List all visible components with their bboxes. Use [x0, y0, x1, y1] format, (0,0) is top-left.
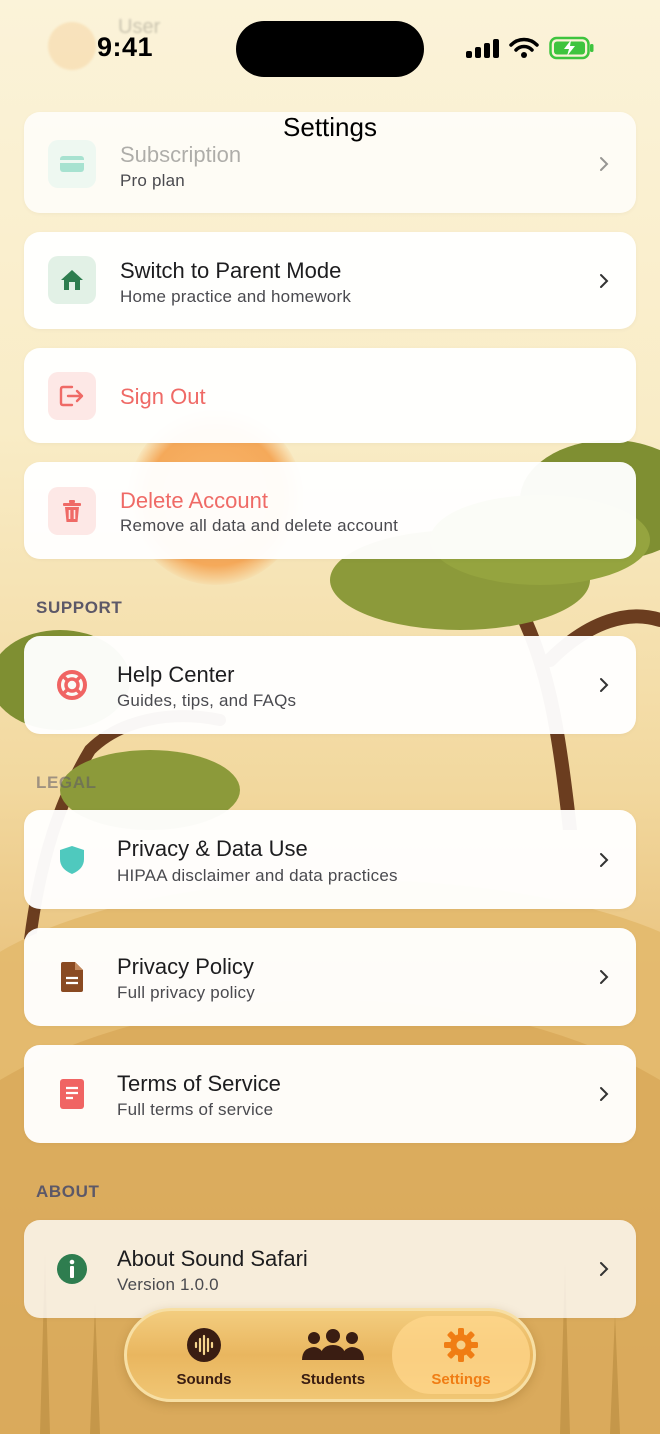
delete-account-title: Delete Account [120, 488, 268, 513]
trash-icon [63, 500, 81, 522]
gear-icon [444, 1328, 478, 1362]
subscription-title: Subscription [120, 142, 242, 167]
delete-account-row[interactable]: Delete Account Remove all data and delet… [24, 462, 636, 559]
chevron-right-icon [600, 1262, 609, 1276]
parent-mode-icon-tile [48, 256, 96, 304]
section-label-legal: LEGAL [36, 773, 97, 792]
chevron-right-icon [600, 1087, 609, 1101]
privacy-data-title: Privacy & Data Use [117, 836, 308, 861]
tab-bar: Sounds Students Settings [124, 1308, 536, 1402]
privacy-data-subtitle: HIPAA disclaimer and data practices [117, 866, 398, 885]
help-center-row[interactable]: Help Center Guides, tips, and FAQs [24, 636, 636, 734]
about-title: About Sound Safari [117, 1246, 308, 1271]
parent-mode-row[interactable]: Switch to Parent Mode Home practice and … [24, 232, 636, 329]
privacy-policy-icon-wrap [52, 957, 92, 997]
status-icons [466, 34, 595, 62]
cellular-signal-icon [466, 38, 499, 58]
parent-mode-title: Switch to Parent Mode [120, 258, 342, 283]
about-icon-wrap [52, 1249, 92, 1289]
document-icon [61, 962, 83, 992]
chevron-right-icon [600, 157, 609, 171]
sign-out-row[interactable]: Sign Out [24, 348, 636, 443]
wifi-icon [509, 37, 539, 58]
credit-card-icon [60, 156, 84, 172]
status-time: 9:41 [97, 32, 154, 62]
terms-title: Terms of Service [117, 1071, 281, 1096]
lifebuoy-icon [57, 670, 87, 700]
parent-mode-subtitle: Home practice and homework [120, 287, 352, 306]
section-label-about: ABOUT [36, 1182, 100, 1201]
chevron-right-icon [600, 274, 609, 288]
page-title: Settings [283, 112, 377, 142]
terms-row[interactable]: Terms of Service Full terms of service [24, 1045, 636, 1143]
help-center-icon-wrap [52, 665, 92, 705]
battery-charging-icon [549, 36, 594, 60]
avatar [48, 22, 96, 70]
section-label-support: SUPPORT [36, 598, 123, 617]
chevron-right-icon [600, 678, 609, 692]
privacy-policy-subtitle: Full privacy policy [117, 983, 255, 1002]
sign-out-icon [59, 385, 84, 407]
help-center-title: Help Center [117, 662, 235, 687]
about-subtitle: Version 1.0.0 [117, 1275, 219, 1294]
terms-icon-wrap [52, 1074, 92, 1114]
file-text-icon [60, 1079, 84, 1109]
dynamic-island [236, 21, 424, 77]
subscription-icon-tile [48, 140, 96, 188]
tab-settings-label: Settings [431, 1371, 491, 1388]
sign-out-icon-tile [48, 372, 96, 420]
about-row[interactable]: About Sound Safari Version 1.0.0 [24, 1220, 636, 1318]
sound-wave-icon [187, 1328, 221, 1362]
privacy-policy-title: Privacy Policy [117, 954, 254, 979]
delete-account-subtitle: Remove all data and delete account [120, 516, 399, 535]
shield-icon [60, 846, 84, 874]
people-group-icon [302, 1329, 364, 1360]
home-icon [61, 270, 83, 290]
tab-students-label: Students [300, 1371, 366, 1388]
terms-subtitle: Full terms of service [117, 1100, 274, 1119]
delete-account-icon-tile [48, 487, 96, 535]
chevron-right-icon [600, 970, 609, 984]
sign-out-label: Sign Out [120, 384, 206, 409]
status-bar: User 9:41 [0, 0, 660, 100]
tab-settings[interactable]: Settings [406, 1325, 516, 1388]
tab-sounds-label: Sounds [176, 1371, 232, 1388]
tab-students[interactable]: Students [278, 1325, 388, 1388]
subscription-subtitle: Pro plan [120, 171, 185, 190]
help-center-subtitle: Guides, tips, and FAQs [117, 691, 297, 710]
privacy-policy-row[interactable]: Privacy Policy Full privacy policy [24, 928, 636, 1026]
info-icon [57, 1254, 87, 1284]
privacy-data-row[interactable]: Privacy & Data Use HIPAA disclaimer and … [24, 810, 636, 909]
tab-sounds[interactable]: Sounds [149, 1325, 259, 1388]
chevron-right-icon [600, 853, 609, 867]
privacy-data-icon-wrap [52, 840, 92, 880]
